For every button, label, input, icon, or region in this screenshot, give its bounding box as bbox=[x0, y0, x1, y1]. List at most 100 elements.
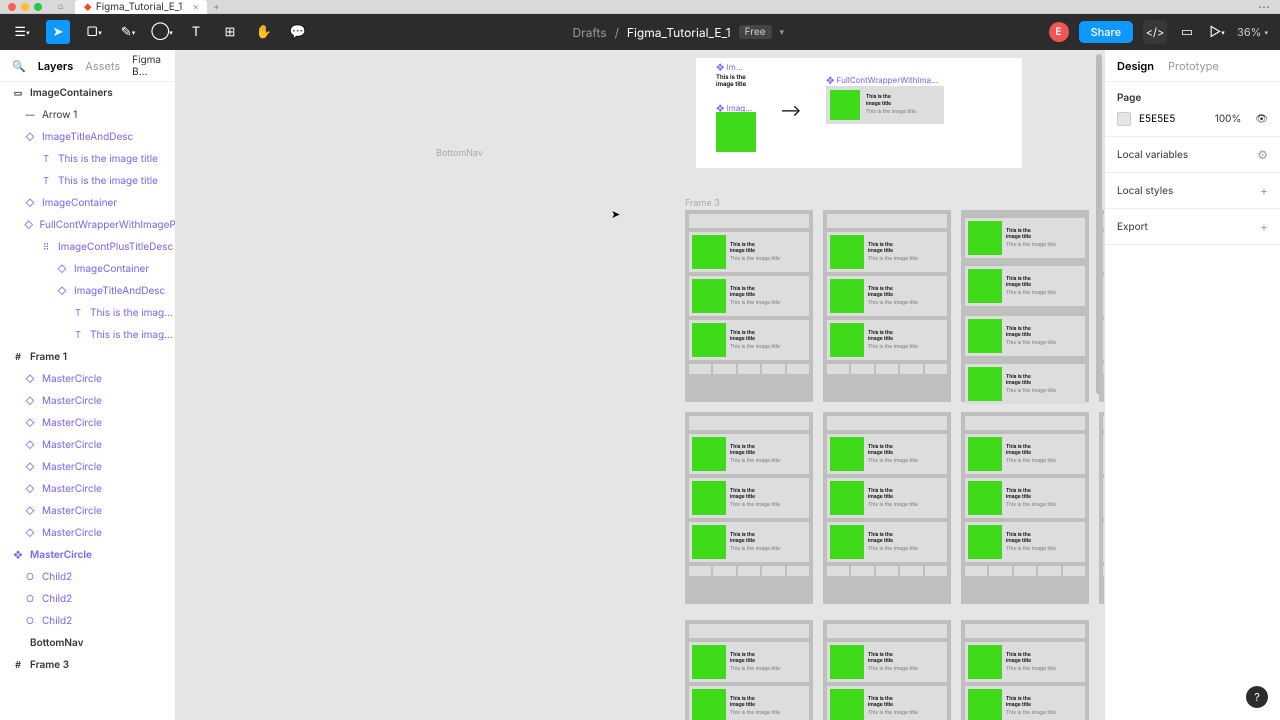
file-tab[interactable]: ◆ Figma_Tutorial_E_1 × bbox=[75, 0, 207, 14]
layer-label: MasterCircle bbox=[42, 417, 102, 429]
chevron-down-icon[interactable]: ▾ bbox=[780, 27, 785, 38]
visibility-icon[interactable]: 👁 bbox=[1255, 113, 1268, 125]
opacity-value: 100% bbox=[1215, 113, 1242, 125]
layer-row[interactable]: ❖MasterCircle bbox=[0, 544, 175, 566]
layer-row[interactable]: TThis is the imag... bbox=[0, 324, 175, 346]
layer-row[interactable]: ◇ImageTitleAndDesc bbox=[0, 280, 175, 302]
add-export-icon[interactable]: + bbox=[1260, 219, 1268, 234]
layer-row[interactable]: ○Child2 bbox=[0, 566, 175, 588]
layer-row[interactable]: ◇MasterCircle bbox=[0, 500, 175, 522]
resources-icon[interactable]: ⊞ bbox=[220, 22, 240, 42]
tab-prototype[interactable]: Prototype bbox=[1168, 59, 1219, 73]
layer-row[interactable]: ◇ImageContainer bbox=[0, 258, 175, 280]
layer-row[interactable]: ◇MasterCircle bbox=[0, 478, 175, 500]
card-row: This is the image titleThis is the image… bbox=[689, 434, 809, 474]
tab-assets[interactable]: Assets bbox=[85, 59, 120, 73]
dev-mode-icon[interactable]: </> bbox=[1143, 20, 1167, 44]
layer-row[interactable]: ◇MasterCircle bbox=[0, 390, 175, 412]
frame-card[interactable]: This is the image titleThis is the image… bbox=[961, 210, 1089, 402]
layer-row[interactable]: ◇MasterCircle bbox=[0, 456, 175, 478]
layer-row[interactable]: ◇MasterCircle bbox=[0, 522, 175, 544]
mini-image-container[interactable] bbox=[716, 112, 756, 152]
help-button[interactable]: ? bbox=[1246, 686, 1268, 708]
left-panel: 🔍 Layers Assets Figma B... ▭ImageContain… bbox=[0, 50, 176, 720]
drafts-link[interactable]: Drafts bbox=[572, 25, 606, 40]
move-tool-icon[interactable]: ➤ bbox=[46, 20, 70, 44]
component-label-3[interactable]: ❖ FullContWrapperWithIma... bbox=[826, 75, 938, 85]
frame-card[interactable]: This is the image titleThis is the image… bbox=[961, 620, 1089, 720]
frame-card[interactable]: This is the image titleThis is the image… bbox=[1099, 210, 1104, 402]
settings-icon[interactable]: ⚙ bbox=[1257, 147, 1268, 162]
frame-card[interactable]: This is the image titleThis is the image… bbox=[1099, 412, 1104, 604]
add-style-icon[interactable]: + bbox=[1260, 183, 1268, 198]
layer-label: MasterCircle bbox=[42, 395, 102, 407]
frame-card[interactable]: This is the image titleThis is the image… bbox=[823, 210, 951, 402]
mini-full-container[interactable]: This is the image title This is the imag… bbox=[826, 86, 944, 124]
layer-row[interactable]: ◇MasterCircle bbox=[0, 412, 175, 434]
layer-row[interactable]: —Arrow 1 bbox=[0, 104, 175, 126]
close-tab-icon[interactable]: × bbox=[192, 1, 199, 13]
library-icon[interactable]: ▭ bbox=[1177, 22, 1197, 42]
frame-tool-icon[interactable]: ▢▾ bbox=[84, 22, 104, 42]
text-tool-icon[interactable]: T bbox=[186, 22, 206, 42]
layer-row[interactable]: ◇MasterCircle bbox=[0, 434, 175, 456]
shape-tool-icon[interactable]: ◯▾ bbox=[152, 22, 172, 42]
page-selector[interactable]: Figma B... bbox=[132, 54, 163, 78]
layer-label: Child2 bbox=[42, 615, 72, 627]
card-row: This is the image titleThis is the image… bbox=[1103, 478, 1104, 518]
layer-row[interactable]: #Frame 3 bbox=[0, 654, 175, 676]
frame-card[interactable]: This is the image titleThis is the image… bbox=[685, 412, 813, 604]
search-icon[interactable]: 🔍 bbox=[12, 59, 26, 73]
card-text: This is the image titleThis is the image… bbox=[868, 444, 918, 465]
frame-card[interactable]: This is the image titleThis is the image… bbox=[961, 412, 1089, 604]
zoom-level[interactable]: 36% ▾ bbox=[1237, 25, 1268, 39]
tab-design[interactable]: Design bbox=[1117, 59, 1154, 73]
tab-layers[interactable]: Layers bbox=[38, 59, 74, 73]
frame-card[interactable]: This is the image titleThis is the image… bbox=[823, 412, 951, 604]
layer-row[interactable]: ◇FullContWrapperWithImagePl... bbox=[0, 214, 175, 236]
plan-badge[interactable]: Free bbox=[739, 25, 772, 39]
frame-card[interactable]: This is the image titleThis is the image… bbox=[823, 620, 951, 720]
layer-row[interactable]: ▭ImageContainers bbox=[0, 82, 175, 104]
frame-card[interactable]: This is the image titleThis is the image… bbox=[685, 210, 813, 402]
pen-tool-icon[interactable]: ✎▾ bbox=[118, 22, 138, 42]
main-menu-icon[interactable]: ☰▾ bbox=[12, 22, 32, 42]
frame-card[interactable]: This is the image titleThis is the image… bbox=[685, 620, 813, 720]
canvas[interactable]: ➤ BottomNav ❖ Im... This is the image ti… bbox=[176, 50, 1104, 720]
share-button[interactable]: Share bbox=[1079, 21, 1133, 43]
card-bottom-nav bbox=[1103, 566, 1104, 576]
present-icon[interactable]: ▷▾ bbox=[1207, 22, 1227, 42]
layer-row[interactable]: ○Child2 bbox=[0, 588, 175, 610]
layer-row[interactable]: ◇ImageTitleAndDesc bbox=[0, 126, 175, 148]
frame3-grid[interactable]: This is the image titleThis is the image… bbox=[685, 210, 1104, 604]
card-row: This is the image titleThis is the image… bbox=[689, 686, 809, 720]
layer-row[interactable]: ◇ImageContainer bbox=[0, 192, 175, 214]
page-color-row[interactable]: E5E5E5 100% 👁 bbox=[1117, 112, 1268, 126]
layer-row[interactable]: ⠿ImageContPlusTitleDesc bbox=[0, 236, 175, 258]
bottomnav-frame-label[interactable]: BottomNav bbox=[436, 148, 483, 159]
frame3-label[interactable]: Frame 3 bbox=[685, 198, 720, 209]
layer-row[interactable]: BottomNav bbox=[0, 632, 175, 654]
layer-row[interactable]: ◇MasterCircle bbox=[0, 368, 175, 390]
overflow-menu-icon[interactable]: ⋯ bbox=[1258, 0, 1272, 14]
comment-tool-icon[interactable]: 💬 bbox=[288, 22, 308, 42]
arrow-icon: ⟶ bbox=[780, 100, 801, 120]
home-icon[interactable]: ⌂ bbox=[58, 1, 63, 12]
layer-row[interactable]: ○Child2 bbox=[0, 610, 175, 632]
minimize-window-icon[interactable] bbox=[21, 3, 29, 11]
card-image-square bbox=[968, 645, 1002, 679]
close-window-icon[interactable] bbox=[8, 3, 16, 11]
layer-row[interactable]: TThis is the image title bbox=[0, 148, 175, 170]
component-label-1[interactable]: ❖ Im... bbox=[716, 62, 743, 72]
maximize-window-icon[interactable] bbox=[34, 3, 42, 11]
layer-row[interactable]: TThis is the imag... bbox=[0, 302, 175, 324]
layer-row[interactable]: #Frame 1 bbox=[0, 346, 175, 368]
file-name[interactable]: Figma_Tutorial_E_1 bbox=[627, 25, 731, 40]
color-swatch[interactable] bbox=[1117, 112, 1131, 126]
avatar[interactable]: E bbox=[1049, 22, 1069, 42]
layer-row[interactable]: TThis is the image title bbox=[0, 170, 175, 192]
hand-tool-icon[interactable]: ✋ bbox=[254, 22, 274, 42]
new-tab-button[interactable]: + bbox=[213, 1, 220, 13]
breadcrumb-separator: / bbox=[615, 25, 619, 40]
frame3-grid-row3[interactable]: This is the image titleThis is the image… bbox=[685, 620, 1089, 720]
